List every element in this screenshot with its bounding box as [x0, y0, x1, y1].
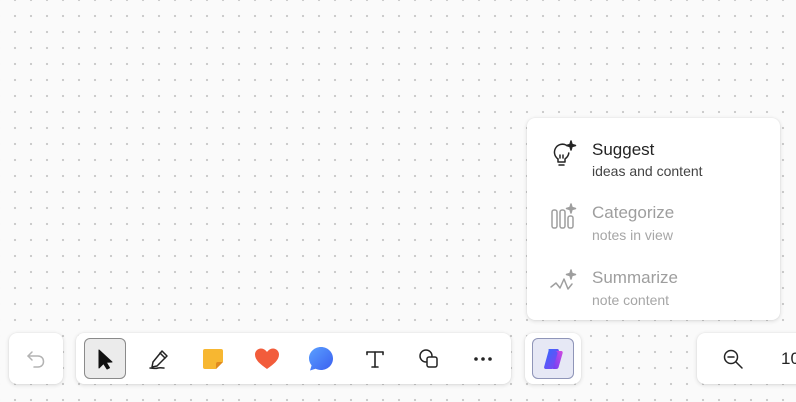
- shapes-tool-button[interactable]: [408, 338, 450, 379]
- undo-icon: [25, 348, 47, 370]
- more-tools-button[interactable]: [462, 338, 504, 379]
- select-tool-button[interactable]: [84, 338, 126, 379]
- suggest-subtitle: ideas and content: [592, 163, 703, 179]
- pointer-icon: [94, 347, 116, 371]
- categorize-title: Categorize: [592, 203, 675, 222]
- copilot-toolbar: [525, 333, 581, 384]
- heart-icon: [253, 346, 281, 372]
- copilot-icon: [540, 346, 566, 372]
- text-tool-button[interactable]: [354, 338, 396, 379]
- summarize-title: Summarize: [592, 268, 678, 287]
- text-icon: [364, 348, 386, 370]
- zoom-out-icon: [722, 348, 744, 370]
- suggest-menu-item[interactable]: Suggest ideas and content: [527, 122, 780, 182]
- pen-icon: [147, 347, 171, 371]
- copilot-button[interactable]: [532, 338, 574, 379]
- zoom-toolbar: 10: [697, 333, 796, 384]
- zoom-out-button[interactable]: [712, 338, 754, 379]
- undo-toolbar: [9, 333, 63, 384]
- summarize-menu-item[interactable]: Summarize note content: [527, 251, 780, 311]
- sticky-note-tool-button[interactable]: [192, 338, 234, 379]
- sticky-note-icon: [200, 346, 226, 372]
- tools-toolbar: [76, 333, 511, 384]
- columns-sparkle-icon: [549, 202, 579, 232]
- comment-icon: [307, 345, 335, 373]
- suggest-title: Suggest: [592, 140, 655, 159]
- lightbulb-sparkle-icon: [549, 138, 579, 168]
- pen-tool-button[interactable]: [138, 338, 180, 379]
- categorize-menu-item[interactable]: Categorize notes in view: [527, 186, 780, 246]
- comment-tool-button[interactable]: [300, 338, 342, 379]
- more-icon: [472, 348, 494, 370]
- categorize-subtitle: notes in view: [592, 227, 673, 243]
- summarize-subtitle: note content: [592, 292, 670, 308]
- shapes-icon: [417, 347, 441, 371]
- reaction-tool-button[interactable]: [246, 338, 288, 379]
- undo-button[interactable]: [15, 338, 57, 379]
- zoom-level[interactable]: 10: [781, 349, 796, 369]
- line-sparkle-icon: [549, 267, 579, 297]
